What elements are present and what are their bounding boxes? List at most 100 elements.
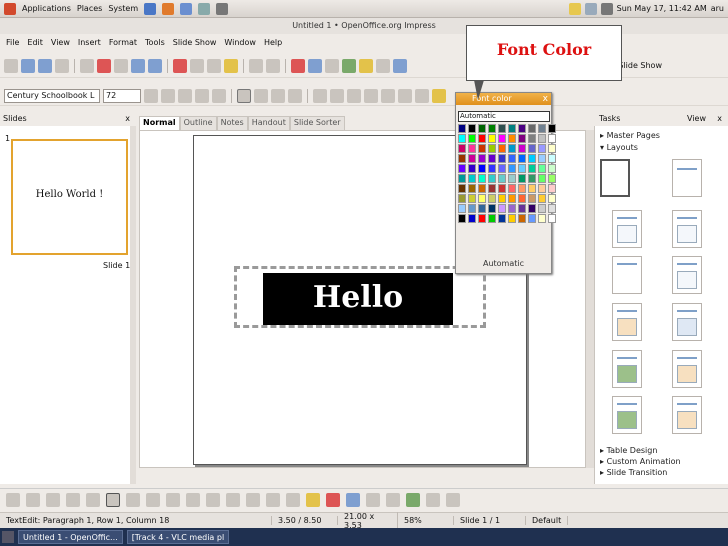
color-swatch[interactable] <box>488 204 496 213</box>
font-effects-icon[interactable] <box>144 88 158 103</box>
color-swatch[interactable] <box>538 174 546 183</box>
color-swatch[interactable] <box>538 124 546 133</box>
show-desktop-icon[interactable] <box>2 531 14 543</box>
layout-title-chart[interactable] <box>612 303 642 341</box>
layout-title-clipart-text[interactable] <box>612 396 642 434</box>
canvas-vertical-scrollbar[interactable] <box>586 130 594 468</box>
color-swatch[interactable] <box>548 204 556 213</box>
color-swatch[interactable] <box>508 154 516 163</box>
new-icon[interactable] <box>4 58 18 73</box>
paste-icon[interactable] <box>207 58 221 73</box>
layout-title-clipart[interactable] <box>612 350 642 388</box>
color-swatch[interactable] <box>508 194 516 203</box>
copy-icon[interactable] <box>190 58 204 73</box>
color-swatch[interactable] <box>478 164 486 173</box>
color-swatch[interactable] <box>498 194 506 203</box>
color-swatch[interactable] <box>468 164 476 173</box>
slide-transition-section[interactable]: ▸ Slide Transition <box>600 468 667 477</box>
color-swatch[interactable] <box>468 184 476 193</box>
color-swatch[interactable] <box>518 144 526 153</box>
layout-title-table[interactable] <box>672 303 702 341</box>
color-swatch[interactable] <box>498 134 506 143</box>
places-menu[interactable]: Places <box>77 4 102 13</box>
color-swatch[interactable] <box>528 134 536 143</box>
open-icon[interactable] <box>21 58 35 73</box>
help-icon[interactable] <box>198 2 211 15</box>
color-swatch[interactable] <box>468 124 476 133</box>
undo-icon[interactable] <box>249 58 263 73</box>
font-name-field[interactable]: Century Schoolbook L <box>4 88 100 103</box>
layout-title-object-text[interactable] <box>672 396 702 434</box>
color-swatch[interactable] <box>538 204 546 213</box>
help-toolbar-icon[interactable] <box>393 58 407 73</box>
rectangle-icon[interactable] <box>66 492 80 507</box>
color-swatch[interactable] <box>498 174 506 183</box>
layout-title-chart-text[interactable] <box>672 350 702 388</box>
shadow-icon[interactable] <box>212 88 226 103</box>
navigator-icon[interactable] <box>342 58 356 73</box>
autospell-icon[interactable] <box>148 58 162 73</box>
tasks-view-menu[interactable]: View <box>687 112 706 126</box>
align-center-icon[interactable] <box>254 88 268 103</box>
color-swatch[interactable] <box>548 154 556 163</box>
color-swatch[interactable] <box>518 194 526 203</box>
tab-notes[interactable]: Notes <box>216 116 248 130</box>
slide-thumbnail[interactable]: Hello World ! <box>11 139 128 255</box>
color-swatch[interactable] <box>508 144 516 153</box>
line-icon[interactable] <box>26 492 40 507</box>
color-swatch[interactable] <box>458 184 466 193</box>
print-icon[interactable] <box>114 58 128 73</box>
color-swatch[interactable] <box>478 184 486 193</box>
clock[interactable]: Sun May 17, 11:42 AM <box>617 4 707 13</box>
color-swatch[interactable] <box>548 184 556 193</box>
color-swatch[interactable] <box>518 164 526 173</box>
color-swatch[interactable] <box>478 174 486 183</box>
color-swatch[interactable] <box>508 204 516 213</box>
color-swatch[interactable] <box>488 164 496 173</box>
custom-animation-section[interactable]: ▸ Custom Animation <box>600 457 681 466</box>
gallery-draw-icon[interactable] <box>346 492 360 507</box>
color-swatch[interactable] <box>538 154 546 163</box>
color-swatch[interactable] <box>538 194 546 203</box>
from-file-icon[interactable] <box>326 492 340 507</box>
color-swatch[interactable] <box>478 204 486 213</box>
edit-file-icon[interactable] <box>80 58 94 73</box>
align-icon[interactable] <box>386 492 400 507</box>
rotate-icon[interactable] <box>366 492 380 507</box>
color-swatch[interactable] <box>538 134 546 143</box>
menu-insert[interactable]: Insert <box>74 38 105 47</box>
block-arrows-icon[interactable] <box>206 492 220 507</box>
firefox-icon[interactable] <box>162 2 175 15</box>
layout-blank[interactable] <box>600 159 630 197</box>
basic-shapes-icon[interactable] <box>166 492 180 507</box>
spellcheck-icon[interactable] <box>131 58 145 73</box>
color-swatch[interactable] <box>528 214 536 223</box>
color-swatch[interactable] <box>508 184 516 193</box>
color-swatch[interactable] <box>458 194 466 203</box>
format-paintbrush-icon[interactable] <box>224 58 238 73</box>
gnome-foot-icon[interactable] <box>4 2 16 15</box>
color-swatch[interactable] <box>548 194 556 203</box>
color-swatch[interactable] <box>478 134 486 143</box>
color-swatch[interactable] <box>468 194 476 203</box>
color-swatch[interactable] <box>488 134 496 143</box>
zoom-icon[interactable] <box>376 58 390 73</box>
color-swatch[interactable] <box>488 154 496 163</box>
layout-title-only[interactable] <box>672 159 702 197</box>
color-swatch[interactable] <box>488 194 496 203</box>
callouts-icon[interactable] <box>246 492 260 507</box>
system-menu[interactable]: System <box>108 4 138 13</box>
color-swatch[interactable] <box>518 154 526 163</box>
font-color-popup-title[interactable]: Font color <box>456 93 551 105</box>
color-swatch[interactable] <box>488 184 496 193</box>
color-swatch[interactable] <box>458 174 466 183</box>
slide-show-button[interactable]: Slide Show <box>618 61 662 70</box>
color-swatch[interactable] <box>488 124 496 133</box>
align-right-icon[interactable] <box>271 88 285 103</box>
color-swatch[interactable] <box>458 144 466 153</box>
color-swatch[interactable] <box>528 194 536 203</box>
italic-icon[interactable] <box>178 88 192 103</box>
paragraph-icon[interactable] <box>415 88 429 103</box>
color-swatch[interactable] <box>468 204 476 213</box>
stars-icon[interactable] <box>266 492 280 507</box>
